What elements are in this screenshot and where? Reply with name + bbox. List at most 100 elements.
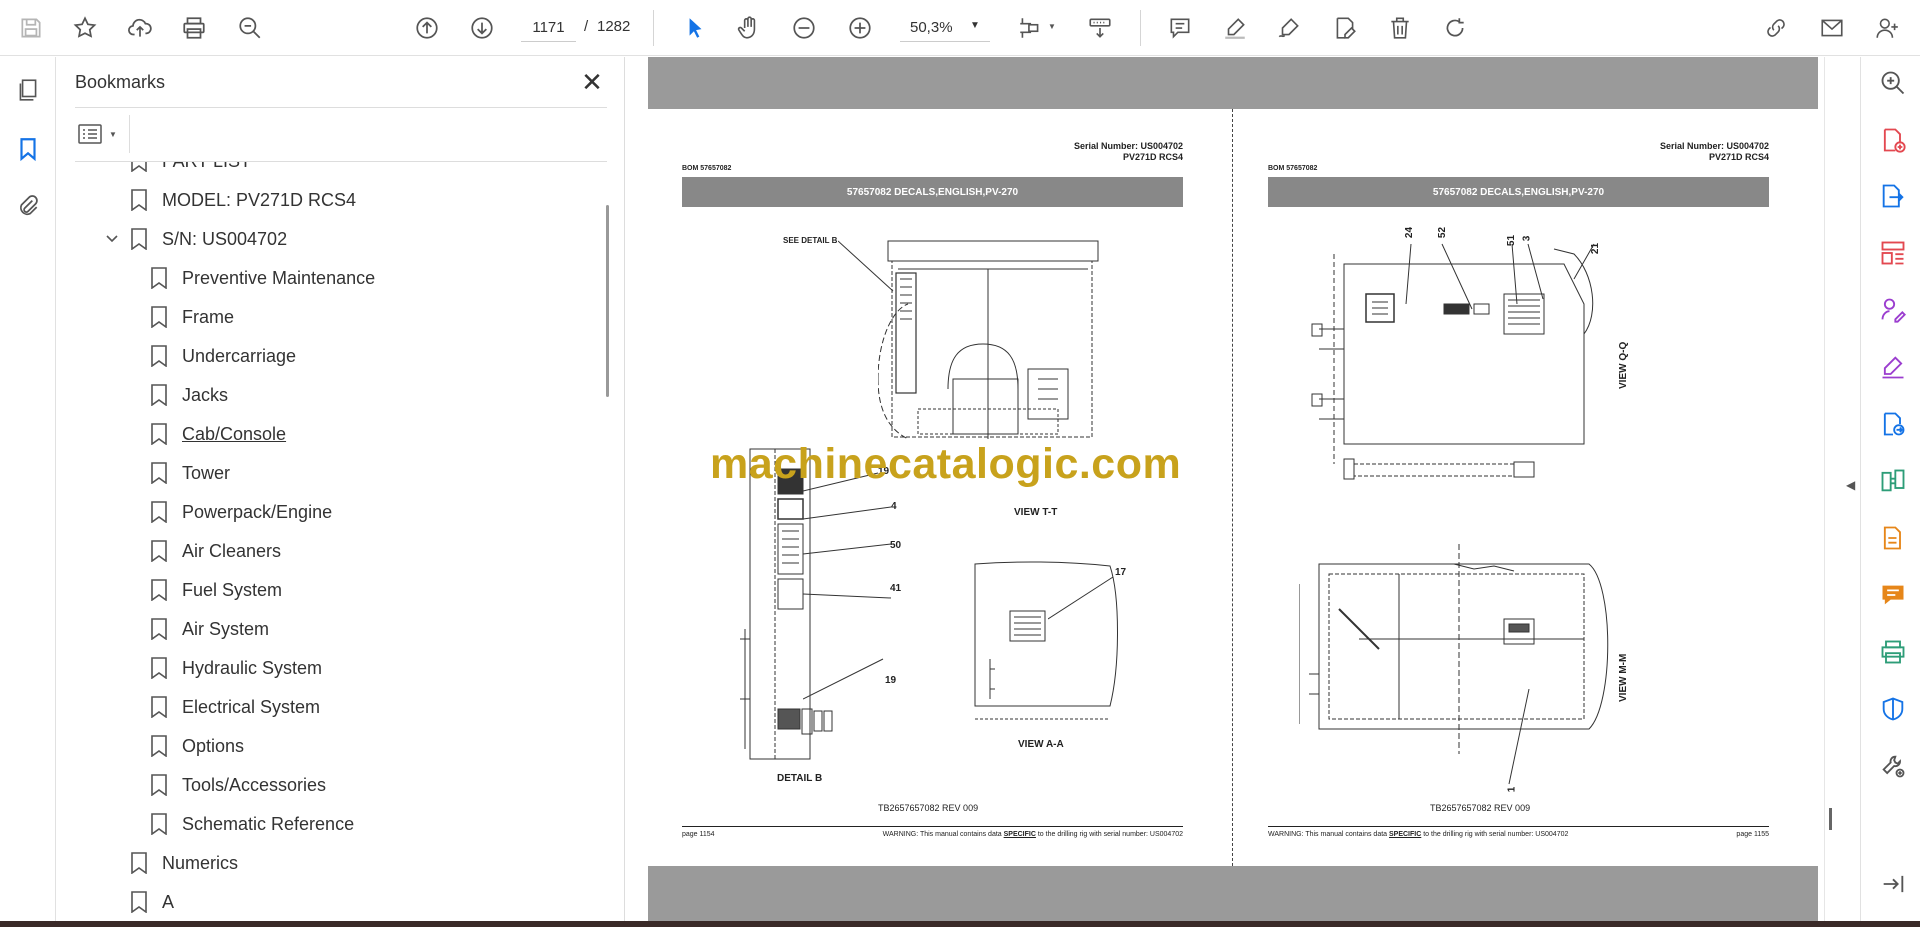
bookmark-item[interactable]: Jacks	[150, 378, 228, 412]
warning-prefix: WARNING: This manual contains data	[1268, 831, 1389, 838]
rotate-icon[interactable]	[1438, 11, 1472, 45]
warning-emphasis: SPECIFIC	[1003, 831, 1036, 838]
request-signature-icon[interactable]	[1878, 295, 1908, 325]
document-scroll-thumb[interactable]	[1829, 808, 1832, 830]
share-link-icon[interactable]	[1759, 11, 1793, 45]
bookmark-item[interactable]: Cab/Console	[150, 417, 286, 451]
chevron-down-icon[interactable]	[104, 231, 120, 247]
bookmark-icon	[151, 462, 167, 484]
print-icon[interactable]	[177, 11, 211, 45]
scroll-mode-icon[interactable]	[1083, 11, 1117, 45]
zoom-search-icon[interactable]	[233, 11, 267, 45]
view-aa-label: VIEW A-A	[1018, 739, 1064, 750]
bookmark-label: Schematic Reference	[182, 813, 355, 834]
expand-panel-icon[interactable]	[1878, 869, 1908, 899]
leader-line	[1508, 689, 1530, 785]
bookmark-item[interactable]: MODEL: PV271D RCS4	[130, 183, 356, 217]
divider	[129, 115, 130, 153]
bookmark-item[interactable]: Options	[150, 729, 244, 763]
print-production-icon[interactable]	[1878, 637, 1908, 667]
bookmark-label: Options	[182, 735, 245, 756]
star-icon[interactable]	[68, 11, 102, 45]
more-tools-icon[interactable]	[1878, 751, 1908, 781]
highlight-pen-icon[interactable]	[1218, 11, 1252, 45]
email-icon[interactable]	[1815, 11, 1849, 45]
bookmark-label: A	[162, 891, 175, 912]
export-pdf-icon[interactable]	[1878, 181, 1908, 211]
bookmark-item[interactable]: Preventive Maintenance	[150, 261, 375, 295]
bookmark-item[interactable]: PART LIST	[130, 162, 251, 178]
edit-text-icon[interactable]	[1328, 11, 1362, 45]
chevron-down-icon[interactable]: ▼	[1048, 22, 1056, 31]
warning-prefix: WARNING: This manual contains data	[882, 831, 1004, 838]
bookmark-label: Hydraulic System	[182, 657, 323, 678]
bookmark-item[interactable]: A	[130, 885, 174, 919]
previous-page-icon[interactable]	[410, 11, 444, 45]
bookmark-item[interactable]: Fuel System	[150, 573, 282, 607]
compare-files-icon[interactable]	[1878, 466, 1908, 496]
hand-tool-icon[interactable]	[732, 11, 766, 45]
bookmark-icon	[151, 306, 167, 328]
bookmark-item[interactable]: Numerics	[130, 846, 238, 880]
page-gap	[648, 57, 1818, 109]
draw-freehand-icon[interactable]	[1272, 11, 1306, 45]
zoom-search-icon[interactable]	[1878, 68, 1908, 98]
bookmark-options-button[interactable]: ▼	[77, 119, 121, 149]
bookmark-item[interactable]: Powerpack/Engine	[150, 495, 332, 529]
bookmark-icon	[131, 228, 147, 250]
bookmark-icon	[151, 384, 167, 406]
bookmark-item[interactable]: Tools/Accessories	[150, 768, 326, 802]
comment-icon[interactable]	[1163, 11, 1197, 45]
delete-trash-icon[interactable]	[1383, 11, 1417, 45]
bookmark-item[interactable]: Frame	[150, 300, 234, 334]
bookmarks-icon[interactable]	[12, 133, 44, 165]
bookmark-item[interactable]: Schematic Reference	[150, 807, 354, 841]
chevron-down-icon[interactable]: ▼	[970, 20, 980, 31]
bookmark-label: Fuel System	[182, 579, 283, 600]
fill-sign-icon[interactable]	[1878, 352, 1908, 382]
zoom-in-icon[interactable]	[843, 11, 877, 45]
collapse-right-panel-icon[interactable]: ◀	[1846, 478, 1855, 492]
page-thumbnails-icon[interactable]	[12, 74, 44, 106]
zoom-out-icon[interactable]	[787, 11, 821, 45]
view-mm-label: VIEW M-M	[1618, 653, 1629, 702]
close-icon[interactable]: ✕	[577, 67, 607, 97]
protect-shield-icon[interactable]	[1878, 694, 1908, 724]
select-cursor-icon[interactable]	[678, 11, 712, 45]
bookmarks-panel: Bookmarks ✕ ▼ PART LIST MODEL: PV271D RCS…	[57, 57, 625, 923]
save-icon[interactable]	[14, 11, 48, 45]
organize-pages-icon[interactable]	[1878, 238, 1908, 268]
add-user-icon[interactable]	[1870, 11, 1904, 45]
bookmark-tree: PART LIST MODEL: PV271D RCS4 S/N: US004702…	[57, 162, 597, 922]
list-options-icon	[78, 124, 102, 144]
next-page-icon[interactable]	[465, 11, 499, 45]
bookmark-item[interactable]: Air System	[150, 612, 269, 646]
bookmark-icon	[151, 345, 167, 367]
page-separator: /	[584, 18, 589, 35]
page-display-icon[interactable]	[1013, 11, 1047, 45]
bookmark-label: Electrical System	[182, 696, 321, 717]
upload-cloud-icon[interactable]	[123, 11, 157, 45]
bookmarks-scrollbar[interactable]	[606, 205, 609, 397]
model-number: PV271D RCS4	[1708, 152, 1769, 162]
bookmark-item[interactable]: Undercarriage	[150, 339, 296, 373]
bookmark-icon	[131, 162, 147, 172]
comment-tool-icon[interactable]	[1878, 580, 1908, 610]
bookmark-item[interactable]: Tower	[150, 456, 230, 490]
bookmark-label: Cab/Console	[182, 423, 287, 444]
create-pdf-icon[interactable]	[1878, 125, 1908, 155]
bookmark-item[interactable]: Electrical System	[150, 690, 320, 724]
bookmark-item[interactable]: S/N: US004702	[106, 222, 287, 256]
view-qq-label: VIEW Q-Q	[1618, 341, 1629, 389]
page-title: 57657082 DECALS,ENGLISH,PV-270	[846, 186, 1019, 198]
bookmark-item[interactable]: Air Cleaners	[150, 534, 281, 568]
bookmark-label: MODEL: PV271D RCS4	[162, 189, 357, 210]
export-pdf-orange-icon[interactable]	[1878, 523, 1908, 553]
cab-drawing-view-tt	[878, 240, 1099, 440]
page-divider	[1232, 109, 1233, 866]
page-number-input[interactable]	[521, 14, 576, 42]
page-title: 57657082 DECALS,ENGLISH,PV-270	[1432, 186, 1605, 198]
send-for-review-icon[interactable]	[1878, 409, 1908, 439]
attachments-icon[interactable]	[12, 190, 44, 222]
bookmark-item[interactable]: Hydraulic System	[150, 651, 322, 685]
